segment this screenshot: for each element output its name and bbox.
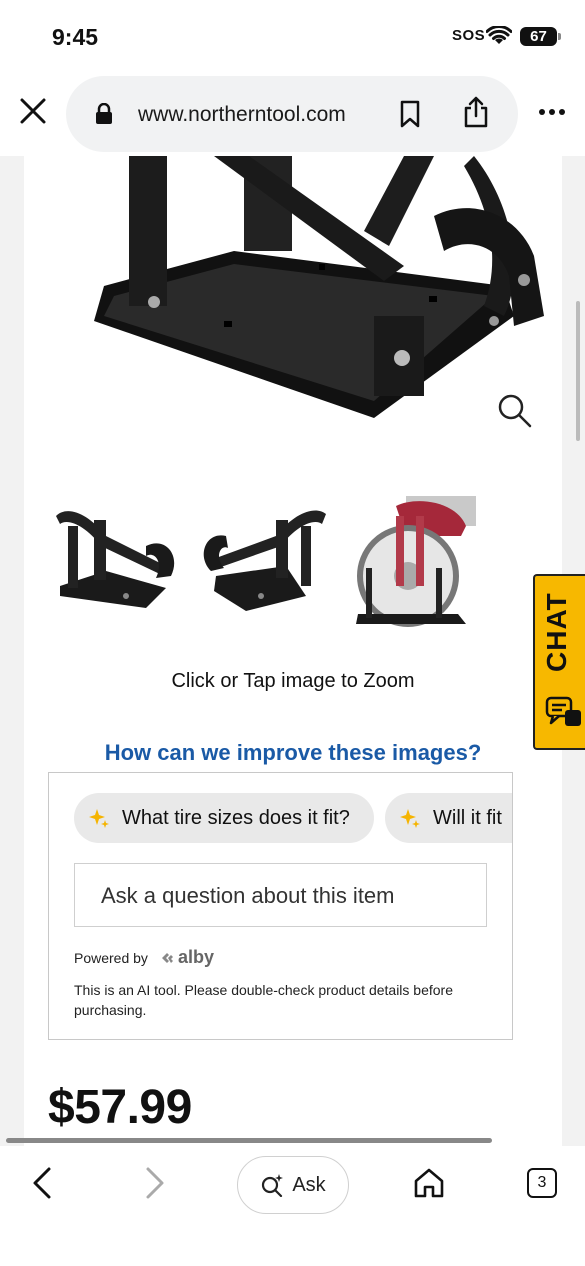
wifi-icon xyxy=(486,26,512,44)
ai-disclaimer: This is an AI tool. Please double-check … xyxy=(74,982,453,1018)
share-icon[interactable] xyxy=(463,96,489,128)
ask-question-input[interactable]: Ask a question about this item xyxy=(74,863,487,927)
browser-bottom-bar: Ask 3 xyxy=(0,1146,585,1266)
browser-toolbar: www.northerntool.com xyxy=(0,72,585,156)
sos-indicator: SOS xyxy=(452,27,486,44)
ask-input-placeholder: Ask a question about this item xyxy=(101,883,395,908)
ai-assistant-panel: What tire sizes does it fit? Will it fit… xyxy=(48,772,513,1040)
ask-button[interactable]: Ask xyxy=(237,1156,349,1214)
page: 9:45 SOS 67 www.northerntool.com Click o… xyxy=(0,0,585,1266)
product-main-image[interactable] xyxy=(74,156,564,436)
zoom-icon[interactable] xyxy=(496,392,534,430)
status-bar: 9:45 SOS 67 xyxy=(0,0,585,72)
suggestion-chip-tire-sizes[interactable]: What tire sizes does it fit? xyxy=(74,793,374,843)
alby-logo: alby xyxy=(160,947,214,968)
page-scroll-indicator xyxy=(6,1138,492,1143)
forward-icon[interactable] xyxy=(143,1166,167,1200)
product-price: $57.99 xyxy=(48,1081,192,1134)
close-icon[interactable] xyxy=(18,96,48,126)
alby-brand-text: alby xyxy=(177,947,214,967)
battery-indicator: 67 xyxy=(520,27,557,46)
scrollbar[interactable] xyxy=(576,301,580,441)
bookmark-icon[interactable] xyxy=(399,100,421,128)
powered-by: Powered by alby xyxy=(74,947,214,968)
web-content: Click or Tap image to Zoom How can we im… xyxy=(0,156,585,1146)
suggestion-chip-will-it-fit[interactable]: Will it fit xyxy=(385,793,512,843)
ask-button-label: Ask xyxy=(292,1173,326,1196)
product-section: Click or Tap image to Zoom How can we im… xyxy=(24,156,562,1146)
status-time: 9:45 xyxy=(52,24,99,50)
thumbnail-3[interactable] xyxy=(346,496,476,636)
url-text: www.northerntool.com xyxy=(138,103,346,126)
home-icon[interactable] xyxy=(413,1167,445,1199)
more-icon[interactable] xyxy=(538,108,566,116)
battery-cap xyxy=(558,33,561,40)
chat-bubble-icon xyxy=(545,696,581,726)
chat-tab[interactable]: CHAT xyxy=(533,574,585,750)
ask-search-sparkle-icon xyxy=(262,1174,284,1197)
thumbnail-2[interactable] xyxy=(196,496,326,636)
improve-images-link[interactable]: How can we improve these images? xyxy=(24,740,562,766)
sparkle-icon xyxy=(400,809,420,828)
alby-logo-icon xyxy=(161,952,173,963)
powered-by-label: Powered by xyxy=(74,949,148,966)
back-icon[interactable] xyxy=(30,1166,54,1200)
tabs-button[interactable]: 3 xyxy=(527,1168,557,1198)
zoom-hint-text: Click or Tap image to Zoom xyxy=(171,670,415,692)
thumbnail-1[interactable] xyxy=(46,496,176,636)
chip-label: Will it fit xyxy=(433,806,502,829)
lock-icon xyxy=(96,103,112,124)
chip-label: What tire sizes does it fit? xyxy=(122,806,350,829)
sparkle-icon xyxy=(89,809,109,828)
address-bar[interactable]: www.northerntool.com xyxy=(66,76,518,152)
chat-label: CHAT xyxy=(541,592,572,672)
